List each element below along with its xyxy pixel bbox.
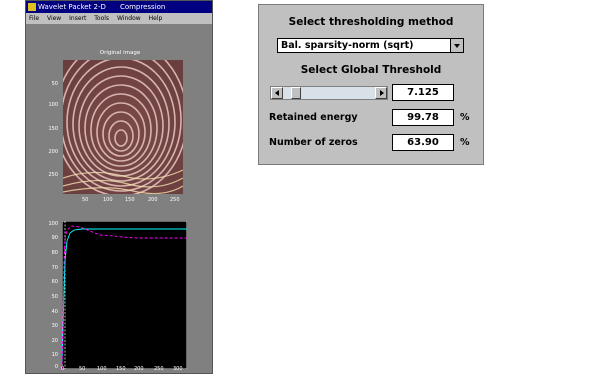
matlab-figure-icon — [28, 3, 36, 11]
threshold-label: Select Global Threshold — [300, 64, 442, 76]
window-subtitle: Compression — [119, 3, 166, 11]
image-xtick: 150 — [125, 197, 135, 203]
curve-xtick: 0 — [61, 366, 65, 372]
curve-ytick: 60 — [51, 279, 58, 285]
menu-view[interactable]: View — [47, 15, 61, 22]
curve-ytick: 30 — [51, 323, 58, 329]
thresholding-method-value: Bal. sparsity-norm (sqrt) — [281, 40, 414, 51]
curve-xtick: 300 — [173, 366, 183, 372]
compression-curves-plot — [62, 221, 187, 369]
menu-file[interactable]: File — [29, 15, 39, 22]
curve-xtick: 200 — [134, 366, 144, 372]
slider-right-arrow-icon[interactable] — [375, 87, 387, 99]
threshold-value-field[interactable]: 7.125 — [392, 84, 454, 101]
image-ytick: 50 — [51, 81, 58, 87]
thresholding-method-select[interactable]: Bal. sparsity-norm (sqrt) — [277, 38, 464, 53]
window-title: Wavelet Packet 2-D — [38, 3, 106, 11]
window-titlebar[interactable]: Wavelet Packet 2-D Compression — [26, 1, 212, 13]
threshold-slider[interactable] — [270, 86, 388, 100]
curve-xtick: 100 — [97, 366, 107, 372]
retained-energy-field: 99.78 — [392, 109, 454, 126]
curve-ytick: 10 — [51, 352, 58, 358]
curve-ytick: 80 — [51, 250, 58, 256]
curve-ytick: 100 — [48, 221, 58, 227]
menu-window[interactable]: Window — [117, 15, 141, 22]
slider-thumb[interactable] — [291, 87, 302, 99]
curve-ytick: 50 — [51, 294, 58, 300]
retained-energy-unit: % — [460, 112, 470, 123]
compression-dialog: Select thresholding method Bal. sparsity… — [258, 4, 484, 165]
number-of-zeros-unit: % — [460, 137, 470, 148]
image-ytick: 250 — [48, 172, 58, 178]
image-ytick: 200 — [48, 149, 58, 155]
retained-energy-label: Retained energy — [269, 112, 358, 123]
number-of-zeros-field: 63.90 — [392, 134, 454, 151]
image-ytick: 100 — [48, 102, 58, 108]
menu-bar: File View Insert Tools Window Help — [26, 13, 212, 24]
menu-insert[interactable]: Insert — [69, 15, 86, 22]
fingerprint-image — [63, 60, 183, 194]
menu-tools[interactable]: Tools — [94, 15, 109, 22]
chevron-down-icon[interactable] — [450, 39, 463, 52]
image-ytick: 150 — [48, 126, 58, 132]
image-xtick: 250 — [170, 197, 180, 203]
curve-ytick: 70 — [51, 265, 58, 271]
slider-left-arrow-icon[interactable] — [271, 87, 283, 99]
menu-help[interactable]: Help — [149, 15, 163, 22]
plot-background — [62, 221, 187, 369]
image-xtick: 100 — [103, 197, 113, 203]
method-label: Select thresholding method — [288, 16, 454, 28]
image-xtick: 200 — [148, 197, 158, 203]
image-xtick: 50 — [82, 197, 89, 203]
curve-ytick: 40 — [51, 309, 58, 315]
curve-ytick: 20 — [51, 338, 58, 344]
number-of-zeros-label: Number of zeros — [269, 137, 358, 148]
curve-ytick: 0 — [54, 364, 58, 370]
curve-xtick: 50 — [79, 366, 86, 372]
image-plot-title: Original image — [99, 50, 141, 56]
curve-xtick: 150 — [116, 366, 126, 372]
curve-xtick: 250 — [154, 366, 164, 372]
curve-ytick: 90 — [51, 235, 58, 241]
